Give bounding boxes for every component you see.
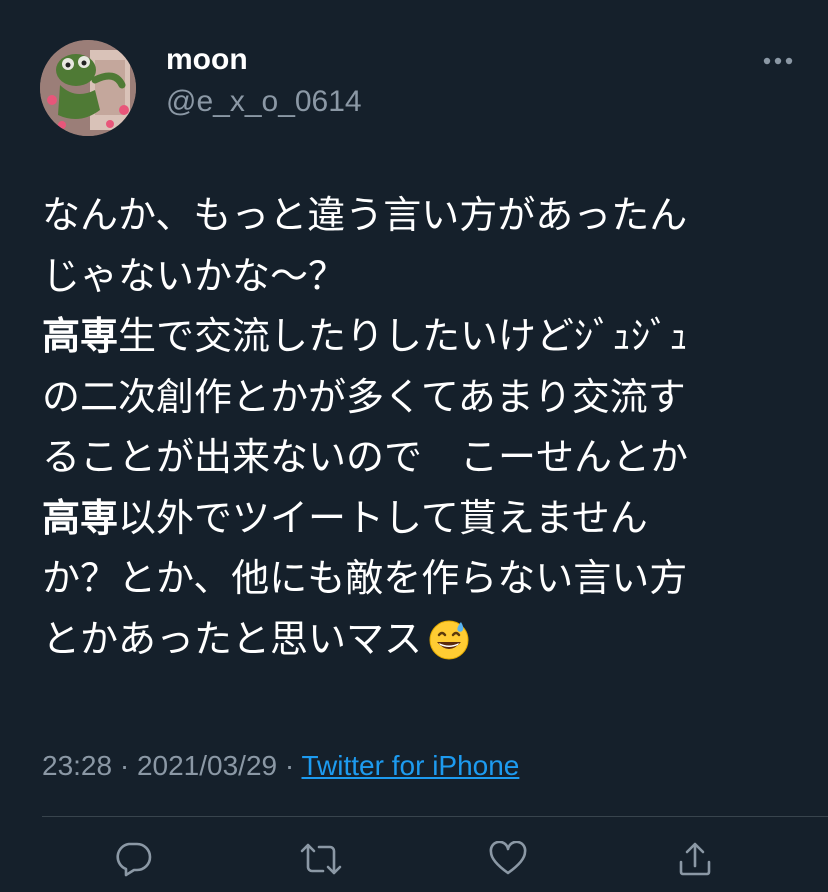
reply-icon [116, 842, 152, 877]
tweet-line: なんか、もっと違う言い方があったん [42, 185, 802, 246]
tweet-line: 高専以外でツイートして貰えません [42, 488, 802, 549]
tweet-source-link[interactable]: Twitter for iPhone [302, 750, 520, 781]
avatar[interactable] [40, 40, 136, 136]
meta-separator: · [112, 750, 137, 781]
highlighted-text: 高専 [42, 314, 119, 358]
tweet-text-segment: とかあったと思いマス [42, 616, 423, 661]
display-name[interactable]: moon [166, 42, 248, 78]
tweet-line: 高専生で交流したりしたいけどｼﾞｭｼﾞｭ [42, 306, 802, 367]
tweet-line: の二次創作とかが多くてあまり交流す [42, 367, 802, 428]
tweet-text-segment: の二次創作とかが多くてあまり交流す [42, 374, 686, 419]
tweet-text-segment: か？とか、他にも敵を作らない言い方 [42, 556, 688, 600]
divider [42, 816, 828, 817]
share-icon [679, 842, 711, 876]
tweet-text-segment: 以外でツイートして貰えません [118, 495, 648, 540]
tweet-text-segment: じゃないかな〜？ [42, 253, 347, 298]
tweet-line: とかあったと思いマス [42, 609, 802, 670]
retweet-button[interactable] [296, 834, 346, 884]
retweet-icon [300, 843, 342, 875]
reply-button[interactable] [108, 834, 158, 884]
tweet-text-segment: ることが出来ないので こーせんとか [42, 435, 689, 479]
more-options-icon[interactable] [758, 46, 798, 76]
user-handle[interactable]: @e_x_o_0614 [166, 84, 362, 120]
tweet-line: じゃないかな〜？ [42, 246, 802, 307]
highlighted-text: 高専 [42, 495, 119, 540]
action-bar [0, 834, 828, 884]
tweet-line: ることが出来ないので こーせんとか [42, 427, 802, 488]
avatar-photo-icon [40, 40, 136, 136]
meta-separator: · [277, 750, 302, 781]
tweet-line: か？とか、他にも敵を作らない言い方 [42, 548, 802, 609]
tweet-text-segment: なんか、もっと違う言い方があったん [42, 193, 688, 237]
tweet-time: 23:28 [42, 750, 113, 781]
tweet-text: なんか、もっと違う言い方があったん じゃないかな〜？ 高専生で交流したりしたいけどｼ… [42, 185, 802, 669]
share-button[interactable] [670, 834, 720, 884]
tweet-date: 2021/03/29 [136, 750, 278, 781]
like-icon [489, 841, 527, 875]
tweet-text-segment: 生で交流したりしたいけどｼﾞｭｼﾞｭ [118, 314, 689, 358]
tweet-meta: 23:28 · 2021/03/29 · Twitter for iPhone [42, 748, 519, 784]
tweet-header: moon @e_x_o_0614 [0, 0, 828, 170]
like-button[interactable] [483, 834, 533, 884]
grinning-sweat-emoji [429, 620, 469, 659]
